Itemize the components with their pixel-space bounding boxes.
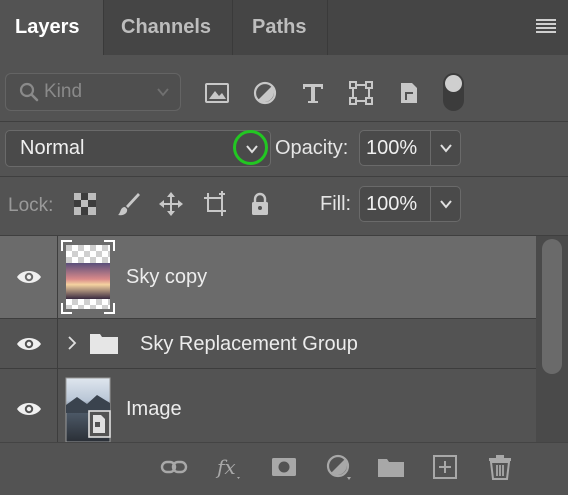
lock-image-pixels-icon[interactable]: [116, 191, 142, 217]
tab-paths[interactable]: Paths: [233, 0, 328, 55]
toggle-knob: [445, 75, 462, 92]
tab-bar: Layers Channels Paths: [0, 0, 568, 55]
chevron-right-icon[interactable]: [67, 335, 77, 351]
divider: [0, 176, 568, 177]
lock-transparent-pixels-icon[interactable]: [72, 191, 98, 217]
delete-layer-icon[interactable]: [486, 453, 514, 481]
layer-row-image[interactable]: Image: [0, 369, 536, 442]
smart-object-filter-icon[interactable]: [396, 80, 422, 106]
opacity-dropdown[interactable]: [431, 141, 460, 155]
fx-icon[interactable]: fx: [215, 453, 243, 481]
chevron-down-icon: [157, 88, 169, 97]
column-divider: [57, 319, 58, 368]
type-filter-icon[interactable]: [300, 80, 326, 106]
fill-dropdown[interactable]: [431, 197, 460, 211]
layers-panel: Layers Channels Paths Kind Normal Opacit…: [0, 0, 568, 495]
chevron-down-icon: [439, 200, 452, 209]
tab-channels-label: Channels: [121, 16, 212, 38]
opacity-value[interactable]: 100%: [360, 131, 431, 165]
highlight-circle: [233, 130, 268, 165]
panel-menu-icon[interactable]: [536, 19, 556, 35]
opacity-field[interactable]: 100%: [359, 130, 461, 166]
filter-toggle-switch[interactable]: [443, 73, 464, 111]
image-filter-icon[interactable]: [204, 80, 230, 106]
fill-value[interactable]: 100%: [360, 187, 431, 221]
filter-kind-select[interactable]: Kind: [5, 73, 181, 111]
search-icon: [19, 82, 39, 102]
layer-row-sky-copy[interactable]: Sky copy: [0, 236, 536, 318]
lock-artboard-icon[interactable]: [202, 191, 228, 217]
layer-row-sky-replacement-group[interactable]: Sky Replacement Group: [0, 319, 536, 368]
column-divider: [57, 369, 58, 442]
fill-label: Fill:: [320, 193, 352, 215]
tab-channels[interactable]: Channels: [103, 0, 233, 55]
tab-layers[interactable]: Layers: [0, 0, 103, 55]
column-divider: [57, 236, 58, 318]
fill-field[interactable]: 100%: [359, 186, 461, 222]
lock-position-icon[interactable]: [158, 191, 184, 217]
layer-thumbnail: [61, 240, 115, 314]
eye-icon[interactable]: [16, 268, 42, 286]
blend-mode-select[interactable]: Normal: [5, 130, 271, 167]
link-layers-icon[interactable]: [160, 453, 188, 481]
layer-name[interactable]: Sky Replacement Group: [140, 333, 358, 356]
new-layer-icon[interactable]: [431, 453, 459, 481]
lock-all-icon[interactable]: [247, 191, 273, 217]
folder-icon: [90, 334, 118, 354]
eye-icon[interactable]: [16, 335, 42, 353]
layer-name[interactable]: Image: [126, 398, 182, 421]
tab-layers-label: Layers: [15, 16, 80, 38]
opacity-label: Opacity:: [275, 137, 349, 159]
layer-thumbnail: [65, 377, 111, 442]
scrollbar-thumb[interactable]: [542, 239, 562, 374]
shape-filter-icon[interactable]: [348, 80, 374, 106]
blend-mode-value: Normal: [20, 137, 85, 159]
svg-text:fx: fx: [215, 455, 236, 479]
add-mask-icon[interactable]: [270, 453, 298, 481]
lock-label: Lock:: [8, 195, 54, 216]
filter-kind-label: Kind: [44, 81, 83, 102]
adjustment-filter-icon[interactable]: [252, 80, 278, 106]
tab-paths-label: Paths: [252, 16, 307, 38]
eye-icon[interactable]: [16, 400, 42, 418]
adjustment-layer-icon[interactable]: [325, 453, 353, 481]
layer-name[interactable]: Sky copy: [126, 266, 207, 289]
divider: [0, 121, 568, 122]
new-group-icon[interactable]: [377, 453, 405, 481]
chevron-down-icon: [439, 144, 452, 153]
